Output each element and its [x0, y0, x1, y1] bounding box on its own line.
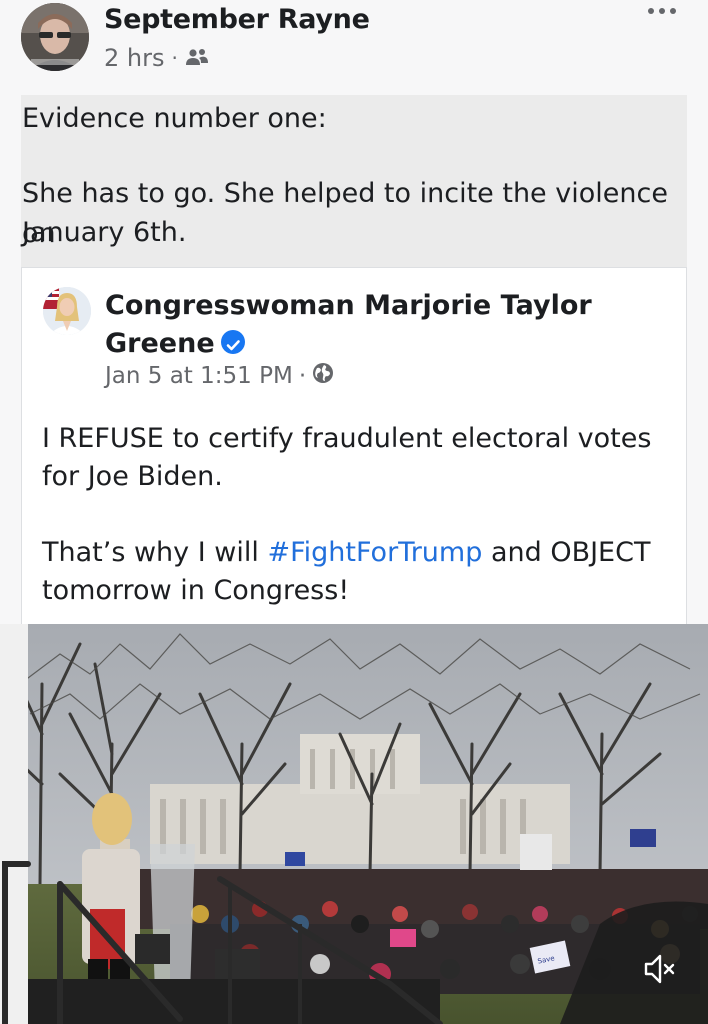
speaker-muted-icon[interactable] — [642, 951, 678, 991]
post-text: Evidence number one: She has to go. She … — [21, 95, 687, 267]
text-fragment: That’s why I will — [42, 537, 268, 568]
author-avatar[interactable] — [21, 3, 89, 71]
shared-post-text-line: for Joe Biden. — [42, 461, 223, 492]
verified-badge-icon — [220, 329, 245, 354]
post-meta: 2 hrs · — [104, 44, 209, 72]
shared-post-text-line: That’s why I will #FightForTrump and OBJ… — [42, 534, 672, 572]
shared-post-meta: Jan 5 at 1:51 PM · — [105, 362, 334, 390]
shared-post-text-line: tomorrow in Congress! — [42, 575, 350, 606]
video-frame: Save — [0, 624, 708, 1024]
more-dots-icon[interactable] — [648, 8, 676, 14]
shared-post-time[interactable]: Jan 5 at 1:51 PM — [105, 363, 293, 389]
post-header: September Rayne 2 hrs · — [0, 0, 708, 95]
friends-icon — [185, 44, 209, 72]
post-time[interactable]: 2 hrs — [104, 44, 164, 72]
globe-icon — [312, 362, 334, 390]
hashtag-link[interactable]: #FightForTrump — [267, 537, 482, 568]
post-text-line: Evidence number one: — [22, 103, 327, 134]
author-name[interactable]: September Rayne — [104, 4, 370, 35]
shared-author-avatar[interactable] — [43, 287, 91, 335]
shared-author-name[interactable]: Congresswoman Marjorie Taylor Greene — [105, 287, 665, 363]
video-player[interactable]: Save — [0, 624, 708, 1024]
shared-post-card[interactable]: Congresswoman Marjorie Taylor Greene Jan… — [21, 267, 687, 624]
post-text-line: January 6th. — [22, 217, 187, 248]
shared-post-text-line: I REFUSE to certify fraudulent electoral… — [42, 423, 652, 454]
meta-separator: · — [171, 46, 178, 70]
meta-separator: · — [298, 363, 307, 389]
shared-author-name-text[interactable]: Congresswoman Marjorie Taylor Greene — [105, 290, 592, 359]
text-fragment: and OBJECT — [482, 537, 651, 568]
